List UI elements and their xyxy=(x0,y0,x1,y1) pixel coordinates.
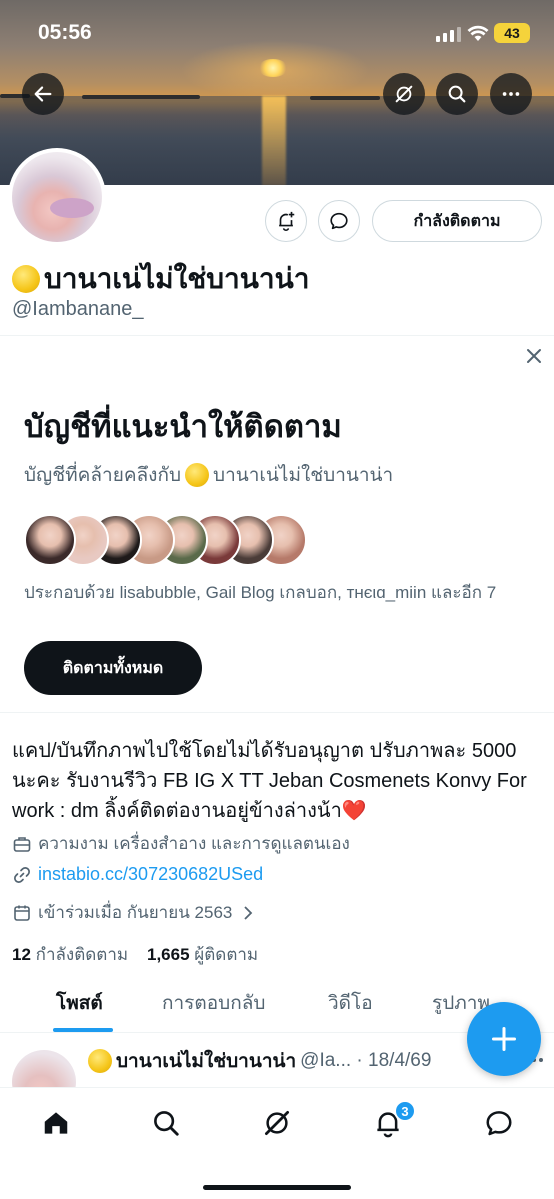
search-icon xyxy=(448,85,466,103)
suggested-account-avatar xyxy=(24,514,76,566)
profile-link[interactable]: instabio.cc/307230682USed xyxy=(12,864,263,885)
profile-avatar[interactable] xyxy=(8,148,106,246)
subtitle-prefix: บัญชีที่คล้ายคลึงกับ xyxy=(24,465,182,486)
follow-all-button[interactable]: ติดตามทั้งหมด xyxy=(24,641,202,695)
grok-button[interactable] xyxy=(383,73,425,115)
profile-link-text[interactable]: instabio.cc/307230682USed xyxy=(38,864,263,885)
nav-search[interactable] xyxy=(149,1106,183,1140)
chat-bubble-icon xyxy=(330,212,348,230)
joined-text: เข้าร่วมเมื่อ กันยายน 2563 xyxy=(38,903,233,922)
heart-emoji: ❤️ xyxy=(341,800,367,822)
following-value: 12 xyxy=(12,945,31,964)
divider xyxy=(0,335,554,336)
profile-handle: @Iambanane_ xyxy=(12,298,144,320)
following-label: กำลังติดตาม xyxy=(35,945,129,964)
profile-bio: แคป/บันทึกภาพไปใช้โดยไม่ได้รับอนุญาต ปรั… xyxy=(12,736,546,826)
search-button[interactable] xyxy=(436,73,478,115)
post-author-name[interactable]: บานาเน่ไม่ใช่บานาน่า xyxy=(116,1046,296,1076)
grok-icon xyxy=(395,85,413,103)
post-meta: @Ia... · 18/4/69 xyxy=(300,1050,432,1071)
search-icon xyxy=(154,1111,179,1136)
coin-emoji-icon xyxy=(88,1049,112,1073)
status-time: 05:56 xyxy=(38,21,92,44)
back-button[interactable] xyxy=(22,73,64,115)
chat-bubble-icon xyxy=(486,1111,512,1136)
wifi-icon xyxy=(467,25,489,41)
status-bar: 05:56 43 xyxy=(0,0,554,66)
home-indicator xyxy=(203,1185,351,1190)
sun-reflection xyxy=(262,96,286,185)
profile-display-name: บานาเน่ไม่ใช่บานาน่า xyxy=(12,257,310,301)
profile-joined[interactable]: เข้าร่วมเมื่อ กันยายน 2563 xyxy=(12,899,258,926)
display-name-text: บานาเน่ไม่ใช่บานาน่า xyxy=(44,263,310,294)
suggestions-members: ประกอบด้วย lisabubble, Gail Blog เกลบอก,… xyxy=(24,583,497,602)
nav-messages[interactable] xyxy=(482,1106,516,1140)
close-icon[interactable] xyxy=(524,346,544,366)
island xyxy=(310,96,380,100)
divider xyxy=(0,712,554,713)
home-icon xyxy=(44,1112,68,1134)
notification-count-badge: 3 xyxy=(394,1100,416,1122)
following-button[interactable]: กำลังติดตาม xyxy=(372,200,542,242)
plus-icon xyxy=(491,1026,517,1052)
bell-plus-icon xyxy=(279,211,295,231)
compose-post-button[interactable] xyxy=(467,1002,541,1076)
post-header: บานาเน่ไม่ใช่บานาน่า @Ia... · 18/4/69 xyxy=(88,1046,431,1076)
briefcase-icon xyxy=(13,836,31,852)
suggestions-subtitle: บัญชีที่คล้ายคลึงกับ บานาเน่ไม่ใช่บานาน่… xyxy=(24,460,393,490)
tab-replies[interactable]: การตอบกลับ xyxy=(162,988,265,1018)
chevron-right-icon xyxy=(244,905,253,920)
coin-emoji-icon xyxy=(12,265,40,293)
following-count[interactable]: 12 กำลังติดตาม xyxy=(12,945,128,964)
profile-category: ความงาม เครื่องสำอาง และการดูแลตนเอง xyxy=(12,830,350,857)
nav-home[interactable] xyxy=(39,1106,73,1140)
grok-icon xyxy=(265,1111,289,1135)
link-icon xyxy=(14,866,30,883)
notifications-subscribe-button[interactable] xyxy=(265,200,307,242)
cellular-signal-icon xyxy=(436,26,461,42)
nav-grok[interactable] xyxy=(260,1106,294,1140)
calendar-icon xyxy=(14,905,30,921)
bottom-navigation: 3 xyxy=(0,1087,554,1199)
coin-emoji-icon xyxy=(185,463,210,487)
follow-counts: 12 กำลังติดตาม 1,665 ผู้ติดตาม xyxy=(12,941,258,968)
bio-text: แคป/บันทึกภาพไปใช้โดยไม่ได้รับอนุญาต ปรั… xyxy=(12,740,527,822)
subtitle-name: บานาเน่ไม่ใช่บานาน่า xyxy=(213,465,394,486)
message-button[interactable] xyxy=(318,200,360,242)
followers-value: 1,665 xyxy=(147,945,190,964)
battery-indicator: 43 xyxy=(494,23,530,43)
more-horizontal-icon xyxy=(502,92,520,96)
category-text: ความงาม เครื่องสำอาง และการดูแลตนเอง xyxy=(38,834,350,853)
avatar-image xyxy=(12,152,102,242)
followers-label: ผู้ติดตาม xyxy=(194,945,259,964)
arrow-left-icon xyxy=(34,86,52,102)
more-options-button[interactable] xyxy=(490,73,532,115)
followers-count[interactable]: 1,665 ผู้ติดตาม xyxy=(147,945,258,964)
tab-posts[interactable]: โพสต์ xyxy=(56,988,103,1018)
suggested-accounts-avatars[interactable] xyxy=(24,514,324,566)
suggestions-title: บัญชีที่แนะนำให้ติดตาม xyxy=(24,409,342,444)
tab-videos[interactable]: วิดีโอ xyxy=(328,988,373,1018)
island xyxy=(82,95,200,99)
